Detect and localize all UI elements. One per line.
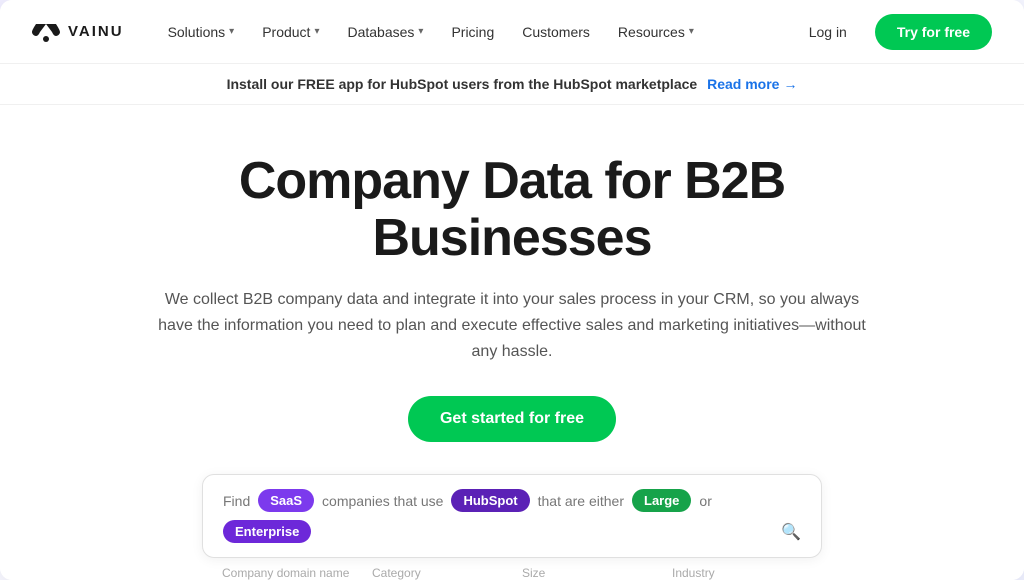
announcement-banner: Install our FREE app for HubSpot users f… xyxy=(0,64,1024,105)
tag-enterprise[interactable]: Enterprise xyxy=(223,520,311,543)
tag-hubspot[interactable]: HubSpot xyxy=(451,489,529,512)
get-started-button[interactable]: Get started for free xyxy=(408,396,616,442)
try-free-button[interactable]: Try for free xyxy=(875,14,992,50)
arrow-right-icon: → xyxy=(783,76,797,92)
chevron-down-icon: ▾ xyxy=(689,26,694,37)
hero-subtitle: We collect B2B company data and integrat… xyxy=(152,287,872,364)
nav-item-resources[interactable]: Resources ▾ xyxy=(606,16,706,48)
col-category: Category xyxy=(372,566,502,580)
hero-title: Company Data for B2B Businesses xyxy=(120,153,904,267)
hero-section: Company Data for B2B Businesses We colle… xyxy=(0,105,1024,580)
search-icon[interactable]: 🔍 xyxy=(781,522,801,542)
col-size: Size xyxy=(522,566,652,580)
search-bar: Find SaaS companies that use HubSpot tha… xyxy=(202,474,822,558)
search-bar-content: Find SaaS companies that use HubSpot tha… xyxy=(223,489,801,543)
nav-item-customers[interactable]: Customers xyxy=(510,16,602,48)
col-company-domain: Company domain name xyxy=(222,566,352,580)
chevron-down-icon: ▾ xyxy=(314,26,319,37)
nav-links: Solutions ▾ Product ▾ Databases ▾ Pricin… xyxy=(156,16,793,48)
tag-large[interactable]: Large xyxy=(632,489,691,512)
nav-item-databases[interactable]: Databases ▾ xyxy=(335,16,435,48)
tag-saas[interactable]: SaaS xyxy=(258,489,314,512)
chevron-down-icon: ▾ xyxy=(229,26,234,37)
find-label: Find xyxy=(223,493,250,509)
banner-text: Install our FREE app for HubSpot users f… xyxy=(227,76,698,92)
login-button[interactable]: Log in xyxy=(793,16,863,48)
nav-actions: Log in Try for free xyxy=(793,14,992,50)
logo-text: VAINU xyxy=(68,23,124,40)
nav-item-solutions[interactable]: Solutions ▾ xyxy=(156,16,247,48)
vainu-logo-icon xyxy=(32,22,60,42)
read-more-link[interactable]: Read more → xyxy=(707,76,797,92)
table-header-row: Company domain name Category Size Indust… xyxy=(202,558,822,580)
that-are-either-label: that are either xyxy=(538,493,624,509)
companies-that-use-label: companies that use xyxy=(322,493,443,509)
nav-item-product[interactable]: Product ▾ xyxy=(250,16,331,48)
chevron-down-icon: ▾ xyxy=(418,26,423,37)
nav-item-pricing[interactable]: Pricing xyxy=(439,16,506,48)
page-wrapper: VAINU Solutions ▾ Product ▾ Databases ▾ … xyxy=(0,0,1024,580)
logo-area[interactable]: VAINU xyxy=(32,22,124,42)
or-label: or xyxy=(699,493,711,509)
navbar: VAINU Solutions ▾ Product ▾ Databases ▾ … xyxy=(0,0,1024,64)
col-industry: Industry xyxy=(672,566,802,580)
